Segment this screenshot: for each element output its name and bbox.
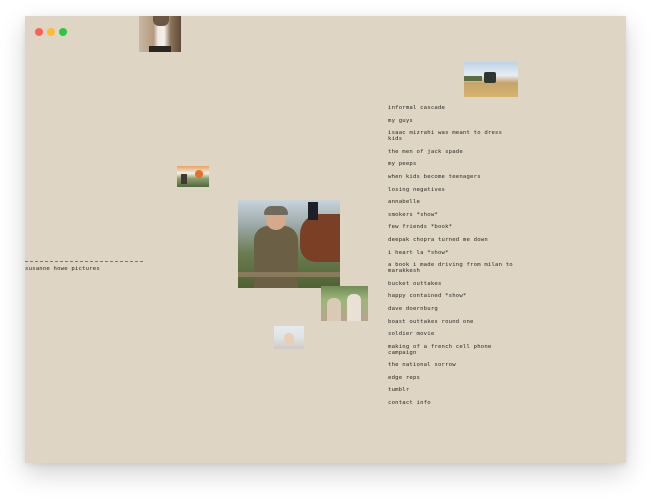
man-white-shirt-photo[interactable] <box>139 16 181 52</box>
menu-item[interactable]: my peeps <box>388 161 518 167</box>
colorful-small-photo[interactable] <box>177 166 209 187</box>
photo-cap-shape <box>264 206 288 215</box>
menu-item[interactable]: bucket outtakes <box>388 281 518 287</box>
menu-item[interactable]: deepak chopra turned me down <box>388 237 518 243</box>
project-menu: informal cascade my guys isaac mizrahi w… <box>388 105 518 413</box>
menu-item[interactable]: few friends *book* <box>388 224 518 230</box>
menu-item[interactable]: soldier movie <box>388 331 518 337</box>
photo-horse-shape <box>300 214 340 262</box>
menu-item[interactable]: a book i made driving from milan to mara… <box>388 262 518 274</box>
two-boys-photo[interactable] <box>321 286 368 321</box>
man-in-cap-with-horse-photo[interactable] <box>238 200 340 288</box>
menu-item[interactable]: smokers *show* <box>388 212 518 218</box>
menu-item[interactable]: dave doernburg <box>388 306 518 312</box>
caption-divider <box>25 261 143 262</box>
minimize-window-button[interactable] <box>47 28 55 36</box>
menu-item[interactable]: the men of jack spade <box>388 149 518 155</box>
photo-rider-shape <box>308 202 318 220</box>
menu-item[interactable]: happy contained *show* <box>388 293 518 299</box>
menu-item[interactable]: edge reps <box>388 375 518 381</box>
menu-item[interactable]: losing negatives <box>388 187 518 193</box>
menu-item[interactable]: i heart la *show* <box>388 250 518 256</box>
photo-fence-shape <box>238 272 340 277</box>
menu-item[interactable]: informal cascade <box>388 105 518 111</box>
site-caption: susanne howe pictures <box>25 266 100 272</box>
menu-item[interactable]: making of a french cell phone campaign <box>388 344 518 356</box>
maximize-window-button[interactable] <box>59 28 67 36</box>
menu-item[interactable]: contact info <box>388 400 518 406</box>
menu-item[interactable]: isaac mizrahi was meant to dress kids <box>388 130 518 142</box>
photo-coat-shape <box>254 226 298 288</box>
menu-item[interactable]: tumblr <box>388 387 518 393</box>
menu-item[interactable]: boast outtakes round one <box>388 319 518 325</box>
close-window-button[interactable] <box>35 28 43 36</box>
menu-item[interactable]: my guys <box>388 118 518 124</box>
car-landscape-photo[interactable] <box>464 62 518 97</box>
menu-item[interactable]: when kids become teenagers <box>388 174 518 180</box>
browser-window: susanne howe pictures informal cascade m… <box>25 16 626 463</box>
pale-small-photo[interactable] <box>274 326 304 349</box>
menu-item[interactable]: the national sorrow <box>388 362 518 368</box>
menu-item[interactable]: annabelle <box>388 199 518 205</box>
